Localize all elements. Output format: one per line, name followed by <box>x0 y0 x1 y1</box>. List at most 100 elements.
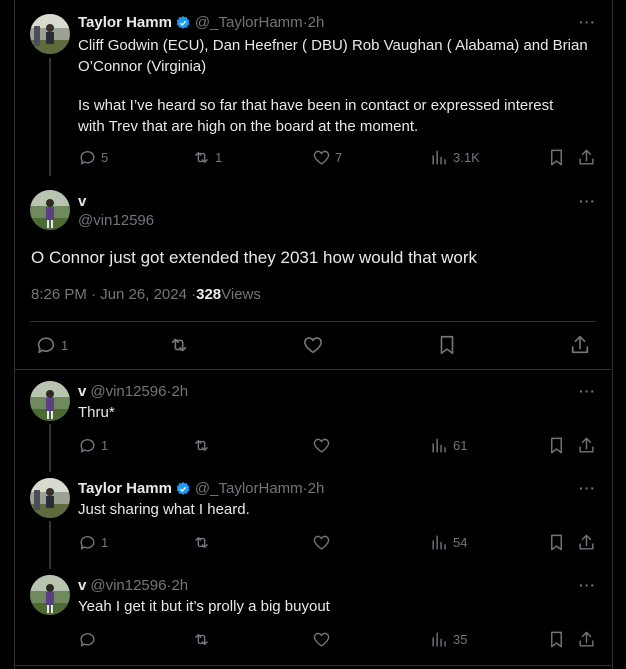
reply-icon <box>80 535 95 550</box>
heart-icon <box>313 535 330 550</box>
repost-button[interactable] <box>168 334 190 356</box>
share-icon <box>571 335 589 354</box>
tweet-meta: 8:26 PM · Jun 26, 2024 · 328 Views <box>31 286 261 303</box>
share-button[interactable] <box>577 436 596 455</box>
share-icon <box>579 437 594 453</box>
parent-tweet-header: Taylor Hamm @_TaylorHamm · 2h <box>78 14 324 31</box>
views-label: Views <box>221 286 261 303</box>
main-tweet-text: O Connor just got extended they 2031 how… <box>31 248 478 267</box>
like-button[interactable] <box>302 334 324 356</box>
repost-count: 1 <box>215 150 223 165</box>
views-count: 61 <box>453 438 468 453</box>
like-button[interactable]: 7 <box>312 148 342 167</box>
tweet-timestamp[interactable]: 8:26 PM · Jun 26, 2024 · <box>31 286 196 303</box>
share-button[interactable] <box>577 630 596 649</box>
reply-text: Yeah I get it but it’s prolly a big buyo… <box>78 598 330 615</box>
share-icon <box>579 534 594 550</box>
bookmark-icon <box>551 437 562 454</box>
bookmark-button[interactable] <box>547 533 566 552</box>
repost-button[interactable] <box>192 630 211 649</box>
repost-icon <box>195 537 208 548</box>
reply-icon <box>80 150 95 165</box>
avatar-taylor[interactable] <box>30 478 70 518</box>
heart-icon <box>313 150 330 165</box>
author-handle[interactable]: @vin12596 <box>78 212 154 229</box>
repost-icon <box>195 634 208 645</box>
reply-button[interactable] <box>78 630 97 649</box>
author-handle[interactable]: @_TaylorHamm <box>195 14 303 31</box>
share-icon <box>579 149 594 165</box>
more-options-button[interactable]: ··· <box>579 383 596 399</box>
reply-button[interactable]: 1 <box>78 436 108 455</box>
repost-button[interactable] <box>192 436 211 455</box>
avatar-v[interactable] <box>30 381 70 421</box>
share-button[interactable] <box>577 533 596 552</box>
reply-header: v @vin12596 · 2h <box>78 577 188 594</box>
tweet-time[interactable]: 2h <box>171 577 188 594</box>
author-name[interactable]: v <box>78 383 86 400</box>
views-button[interactable]: 54 <box>430 533 467 552</box>
views-count: 35 <box>453 632 468 647</box>
bookmark-button[interactable] <box>547 148 566 167</box>
avatar-v[interactable] <box>30 190 70 230</box>
author-handle[interactable]: @vin12596 <box>90 383 166 400</box>
reply-header: v @vin12596 · 2h <box>78 383 188 400</box>
like-button[interactable] <box>312 436 331 455</box>
bookmark-icon <box>551 534 562 551</box>
tweet-text-line: Is what I’ve heard so far that have been… <box>78 97 554 114</box>
author-name[interactable]: Taylor Hamm <box>78 14 172 31</box>
views-button[interactable]: 3.1K <box>430 148 480 167</box>
repost-icon <box>195 440 208 451</box>
reply-icon <box>80 438 95 453</box>
views-icon <box>432 535 446 550</box>
more-options-button[interactable]: ··· <box>579 193 596 209</box>
avatar-taylor[interactable] <box>30 14 70 54</box>
share-button[interactable] <box>577 148 596 167</box>
bookmark-button[interactable] <box>547 436 566 455</box>
author-name[interactable]: Taylor Hamm <box>78 480 172 497</box>
repost-button[interactable]: 1 <box>192 148 222 167</box>
views-count: 328 <box>196 286 222 303</box>
tweet-time[interactable]: 2h <box>308 480 325 497</box>
bookmark-button[interactable] <box>436 334 458 356</box>
author-handle[interactable]: @_TaylorHamm <box>195 480 303 497</box>
author-name[interactable]: v <box>78 577 86 594</box>
more-options-button[interactable]: ··· <box>579 480 596 496</box>
tweet-time[interactable]: 2h <box>171 383 188 400</box>
more-options-button[interactable]: ··· <box>579 577 596 593</box>
reply-count: 1 <box>101 438 109 453</box>
like-button[interactable] <box>312 533 331 552</box>
author-name[interactable]: v <box>78 193 86 210</box>
reply-icon <box>80 632 95 647</box>
heart-icon <box>303 337 323 354</box>
divider <box>15 369 611 370</box>
bookmark-icon <box>551 631 562 648</box>
views-button[interactable]: 35 <box>430 630 467 649</box>
author-handle[interactable]: @vin12596 <box>90 577 166 594</box>
reply-count: 5 <box>101 150 109 165</box>
views-count: 54 <box>453 535 468 550</box>
reply-button[interactable]: 5 <box>78 148 108 167</box>
tweet-time[interactable]: 2h <box>308 14 325 31</box>
reply-button[interactable]: 1 <box>78 533 108 552</box>
more-options-button[interactable]: ··· <box>579 14 596 30</box>
heart-icon <box>313 438 330 453</box>
views-button[interactable]: 61 <box>430 436 467 455</box>
like-count: 7 <box>335 150 343 165</box>
like-button[interactable] <box>312 630 331 649</box>
thread-line <box>49 424 51 472</box>
reply-button[interactable]: 1 <box>35 334 68 356</box>
bookmark-button[interactable] <box>547 630 566 649</box>
verified-badge-icon <box>176 15 190 29</box>
divider <box>30 321 596 322</box>
reply-icon <box>37 337 55 354</box>
avatar-v[interactable] <box>30 575 70 615</box>
heart-icon <box>313 632 330 647</box>
share-button[interactable] <box>569 334 591 356</box>
repost-button[interactable] <box>192 533 211 552</box>
verified-badge-icon <box>176 481 190 495</box>
views-count: 3.1K <box>453 150 480 165</box>
reply-text: Just sharing what I heard. <box>78 501 250 518</box>
reply-text: Thru* <box>78 404 115 421</box>
views-icon <box>432 150 446 165</box>
